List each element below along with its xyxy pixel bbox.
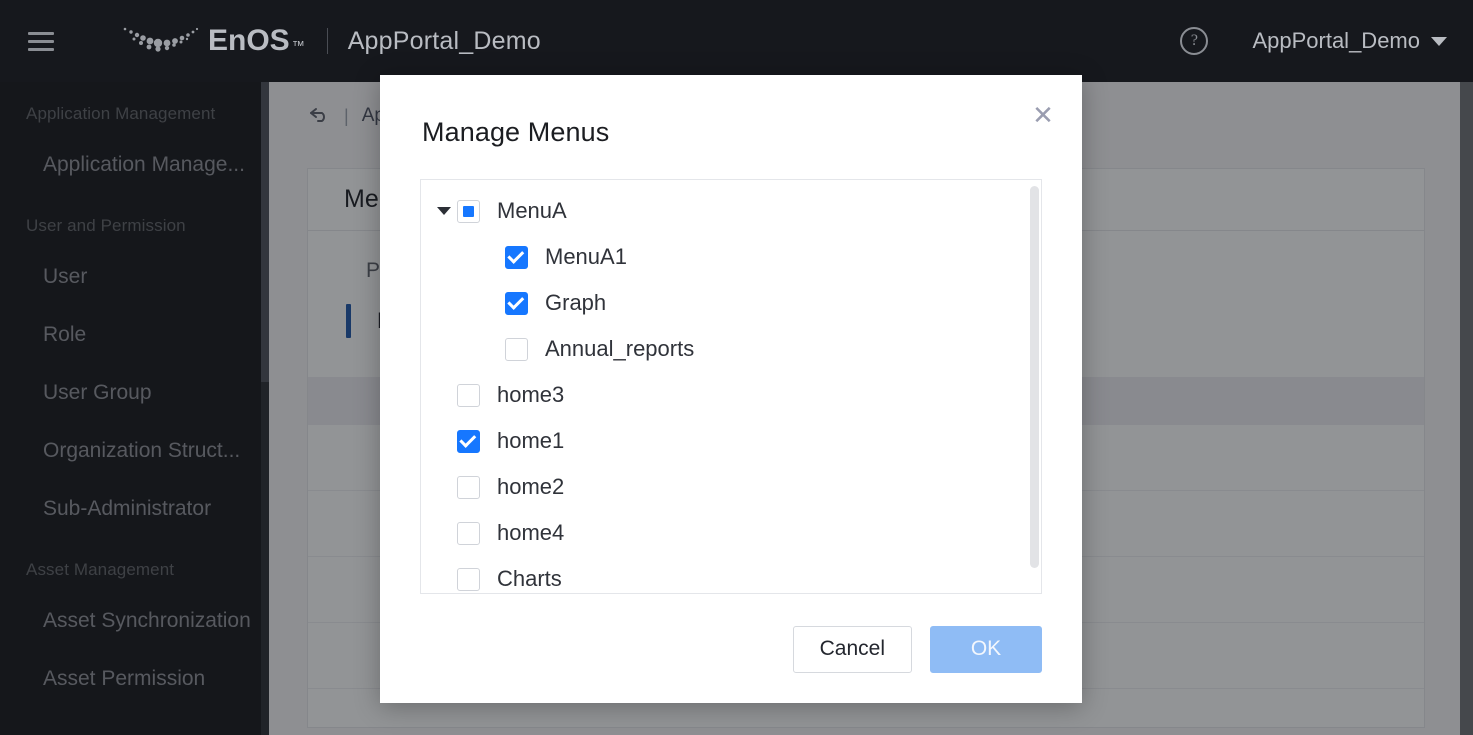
tree-node-label: home3 bbox=[497, 382, 565, 407]
tree-node-label: Graph bbox=[545, 290, 607, 315]
user-menu[interactable]: AppPortal_Demo bbox=[1252, 28, 1447, 54]
tree-node-label: home1 bbox=[497, 428, 565, 453]
close-icon[interactable]: ✕ bbox=[1026, 98, 1060, 132]
tree-node-label: home2 bbox=[497, 474, 565, 499]
check-icon bbox=[459, 430, 477, 448]
tree-node[interactable]: MenuA1 bbox=[421, 234, 1041, 280]
header-actions: ? AppPortal_Demo bbox=[1180, 0, 1473, 82]
tree-node[interactable]: home1 bbox=[421, 418, 1041, 464]
checkbox-menua[interactable] bbox=[457, 199, 480, 223]
dialog-footer: Cancel OK bbox=[380, 595, 1082, 703]
menu-tree-scrollbar[interactable] bbox=[1030, 180, 1041, 593]
hamburger-icon[interactable] bbox=[0, 0, 82, 82]
app-title: AppPortal_Demo bbox=[347, 26, 541, 55]
tree-node-label: MenuA bbox=[497, 198, 567, 223]
chevron-down-icon bbox=[1431, 36, 1447, 46]
dialog-title: Manage Menus bbox=[422, 117, 610, 147]
tree-node-label: Annual_reports bbox=[545, 336, 695, 361]
check-icon bbox=[507, 246, 525, 264]
tree-node[interactable]: Charts bbox=[421, 556, 1041, 593]
user-menu-label: AppPortal_Demo bbox=[1252, 28, 1420, 53]
brand-area: EnOS ™ AppPortal_Demo bbox=[82, 0, 541, 82]
menu-tree: MenuA MenuA1 Graph Annual_reports home3 home1… bbox=[421, 180, 1041, 593]
help-icon[interactable]: ? bbox=[1180, 27, 1209, 55]
expand-collapse-arrow-icon[interactable] bbox=[431, 207, 457, 215]
checkbox-annual_reports[interactable] bbox=[505, 337, 528, 361]
checkbox-home2[interactable] bbox=[457, 475, 480, 499]
tree-node[interactable]: home4 bbox=[421, 510, 1041, 556]
tree-node[interactable]: home2 bbox=[421, 464, 1041, 510]
tree-node-label: Charts bbox=[497, 566, 562, 591]
brand-divider bbox=[326, 28, 328, 54]
checkbox-home3[interactable] bbox=[457, 383, 480, 407]
tree-node[interactable]: Graph bbox=[421, 280, 1041, 326]
logo-text: EnOS bbox=[208, 24, 290, 57]
check-icon bbox=[507, 292, 525, 310]
tree-node[interactable]: home3 bbox=[421, 372, 1041, 418]
checkbox-charts[interactable] bbox=[457, 567, 480, 591]
chevron-down-icon bbox=[437, 207, 451, 215]
tree-node[interactable]: Annual_reports bbox=[421, 326, 1041, 372]
manage-menus-dialog: ✕ Manage Menus MenuA MenuA1 Graph Annual_re… bbox=[380, 75, 1082, 703]
tree-node-label: home4 bbox=[497, 520, 565, 545]
menu-tree-container: MenuA MenuA1 Graph Annual_reports home3 home1… bbox=[420, 179, 1042, 594]
app-shell: | Ap Men Po Me Application Management Ap… bbox=[0, 0, 1473, 735]
menu-tree-scrollbar-thumb[interactable] bbox=[1030, 186, 1039, 568]
checkbox-home4[interactable] bbox=[457, 521, 480, 545]
tree-node[interactable]: MenuA bbox=[421, 188, 1041, 234]
checkbox-graph[interactable] bbox=[505, 291, 528, 315]
enos-logo-icon bbox=[120, 24, 202, 58]
checkbox-menua1[interactable] bbox=[505, 245, 528, 269]
tree-node-label: MenuA1 bbox=[545, 244, 627, 269]
checkbox-home1[interactable] bbox=[457, 429, 480, 453]
ok-button[interactable]: OK bbox=[930, 625, 1042, 673]
top-header-bar: EnOS ™ AppPortal_Demo ? AppPortal_Demo bbox=[0, 0, 1473, 82]
hamburger-glyph bbox=[28, 31, 54, 51]
cancel-button[interactable]: Cancel bbox=[792, 625, 912, 673]
logo-trademark: ™ bbox=[291, 38, 305, 53]
